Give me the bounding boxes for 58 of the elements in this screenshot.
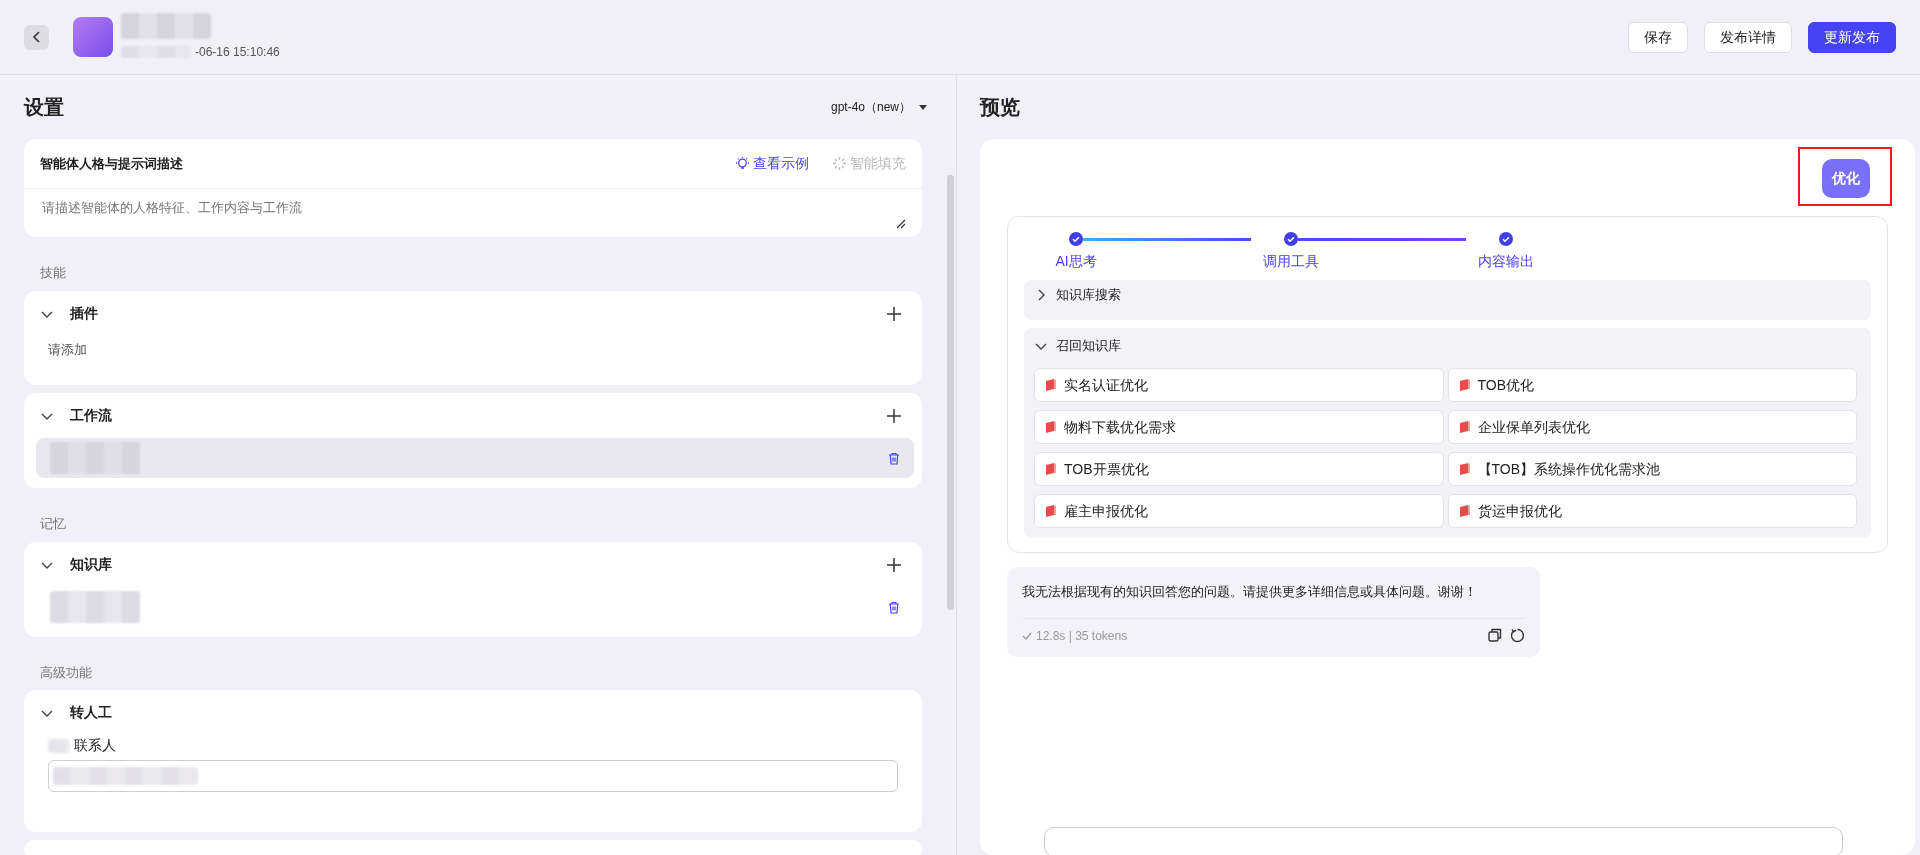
document-icon [1045, 421, 1056, 433]
document-item[interactable]: 雇主申报优化 [1034, 494, 1444, 528]
copy-icon[interactable] [1488, 628, 1502, 642]
timestamp: -06-16 15:10:46 [195, 44, 280, 61]
step-label: 内容输出 [1477, 252, 1535, 271]
document-icon [1045, 505, 1056, 517]
document-item[interactable]: 货运申报优化 [1447, 494, 1857, 528]
input-field[interactable] [48, 760, 898, 792]
document-item[interactable]: 企业保单列表优化 [1447, 410, 1857, 444]
toolbar-button[interactable]: 发布详情 [1704, 21, 1792, 53]
step-label: AI思考 [1054, 252, 1098, 271]
document-item[interactable]: 【TOB】系统操作优化需求池 [1447, 452, 1857, 486]
section-label: 高级功能 [39, 663, 93, 682]
publish-button[interactable]: 更新发布 [1808, 21, 1896, 53]
card-title: 工作流 [70, 406, 112, 425]
sparkle-icon [833, 157, 846, 170]
scrollbar-thumb[interactable] [947, 175, 954, 610]
panel-title: 预览 [980, 95, 1020, 120]
back-button[interactable] [24, 24, 49, 50]
trash-icon[interactable] [888, 452, 900, 466]
section-label: 记忆 [39, 515, 67, 533]
model-dropdown[interactable]: gpt-4o（new） [830, 98, 927, 116]
answer-meta: 12.8s | 35 tokens [1036, 627, 1128, 645]
document-icon [1045, 379, 1056, 391]
row-title[interactable]: 知识库搜索 [1056, 285, 1121, 305]
plus-icon[interactable] [886, 408, 902, 425]
document-icon [1458, 379, 1470, 391]
card-title: 插件 [70, 303, 98, 323]
document-item[interactable]: TOB开票优化 [1034, 452, 1444, 486]
card-title: 智能体人格与提示词描述 [40, 154, 183, 173]
document-icon [1045, 463, 1056, 475]
document-icon [1458, 505, 1470, 517]
trash-icon[interactable] [888, 600, 900, 614]
document-item[interactable]: 物料下载优化需求 [1034, 410, 1444, 444]
refresh-icon[interactable] [1510, 628, 1525, 643]
card-title: 转人工 [70, 703, 112, 722]
card-title: 知识库 [70, 554, 112, 574]
row-title[interactable]: 召回知识库 [1056, 336, 1121, 356]
document-item[interactable]: 实名认证优化 [1034, 368, 1444, 402]
step-label: 调用工具 [1262, 252, 1320, 271]
document-icon [1458, 421, 1470, 433]
plus-icon[interactable] [886, 556, 902, 573]
app-logo-icon [73, 17, 113, 57]
field-label: 联系人 [74, 736, 116, 755]
answer-text: 我无法根据现有的知识回答您的问题。请提供更多详细信息或具体问题。谢谢！ [1022, 583, 1478, 601]
lightbulb-icon [736, 156, 749, 171]
section-label: 技能 [39, 264, 67, 282]
redacted-block [48, 738, 70, 753]
resize-handle-icon[interactable] [896, 219, 906, 229]
document-item[interactable]: TOB优化 [1447, 368, 1857, 402]
user-message: 优化 [1822, 159, 1870, 198]
plus-icon[interactable] [886, 305, 902, 322]
empty-hint: 请添加 [48, 341, 87, 357]
panel-title: 设置 [24, 95, 64, 120]
toolbar-button[interactable]: 保存 [1628, 21, 1688, 53]
document-icon [1458, 463, 1470, 475]
view-example-link[interactable]: 查看示例 [736, 153, 809, 174]
caret-icon [919, 104, 927, 110]
